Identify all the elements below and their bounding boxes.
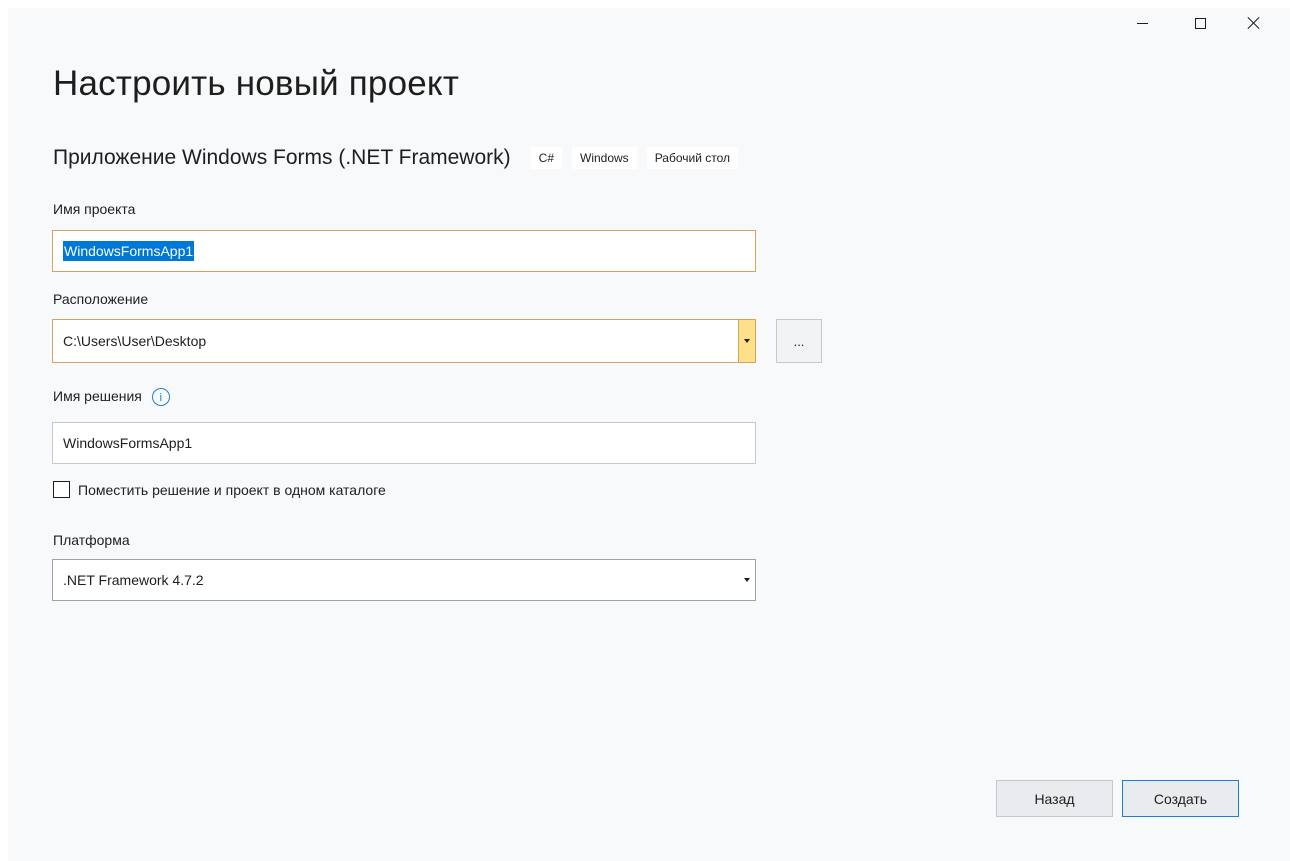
tag-project-type: Рабочий стол (646, 147, 739, 169)
location-combobox[interactable]: C:\Users\User\Desktop (52, 319, 756, 363)
solution-name-value: WindowsFormsApp1 (63, 435, 193, 451)
maximize-button[interactable] (1177, 8, 1223, 38)
same-directory-option[interactable]: Поместить решение и проект в одном катал… (53, 481, 386, 498)
same-directory-checkbox[interactable] (53, 481, 70, 498)
maximize-icon (1194, 17, 1206, 29)
solution-name-label: Имя решения (53, 388, 142, 404)
close-icon (1247, 16, 1261, 30)
tag-platform: Windows (572, 147, 637, 169)
project-name-label: Имя проекта (53, 201, 136, 217)
info-icon[interactable]: i (151, 388, 170, 407)
dialog-window: Настроить новый проект Приложение Window… (8, 8, 1290, 861)
location-value: C:\Users\User\Desktop (63, 333, 207, 349)
project-name-value: WindowsFormsApp1 (63, 241, 195, 261)
framework-select[interactable]: .NET Framework 4.7.2 (52, 559, 756, 601)
framework-value: .NET Framework 4.7.2 (63, 572, 204, 588)
location-label: Расположение (53, 291, 149, 307)
solution-name-input[interactable]: WindowsFormsApp1 (52, 422, 756, 464)
browse-button[interactable]: ... (776, 319, 822, 363)
solution-name-label-row: Имя решения i (53, 388, 170, 407)
location-dropdown-button[interactable] (738, 320, 755, 362)
create-button[interactable]: Создать (1122, 780, 1239, 817)
project-name-input[interactable]: WindowsFormsApp1 (52, 230, 756, 272)
back-button[interactable]: Назад (996, 780, 1113, 817)
template-header: Приложение Windows Forms (.NET Framework… (53, 146, 748, 170)
minimize-button[interactable] (1119, 8, 1165, 38)
template-name: Приложение Windows Forms (.NET Framework… (53, 146, 511, 169)
tag-language: C# (530, 147, 562, 169)
same-directory-label[interactable]: Поместить решение и проект в одном катал… (78, 482, 386, 498)
minimize-icon (1136, 22, 1148, 24)
chevron-down-icon (744, 339, 750, 343)
chevron-down-icon (744, 578, 750, 582)
framework-label: Платформа (53, 532, 130, 548)
page-title: Настроить новый проект (53, 64, 460, 103)
close-button[interactable] (1231, 8, 1277, 38)
framework-dropdown-button[interactable] (739, 560, 755, 600)
